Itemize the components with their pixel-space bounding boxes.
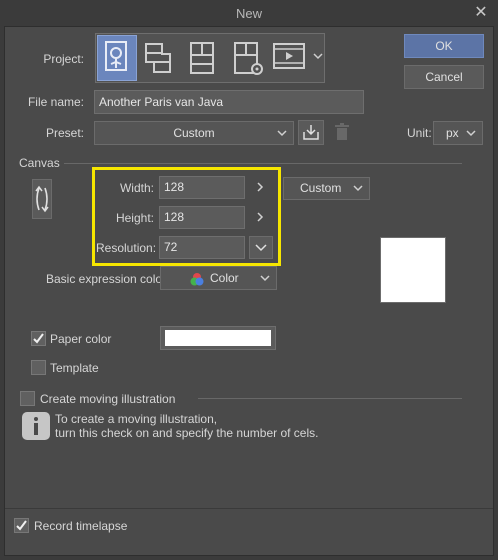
width-input[interactable]: 128	[159, 176, 245, 199]
moving-illustration-label: Create moving illustration	[40, 392, 176, 406]
size-preset-dropdown[interactable]: Custom	[283, 177, 370, 200]
file-name-label: File name:	[27, 95, 84, 109]
chevron-down-icon	[353, 185, 363, 192]
expression-color-label: Basic expression color:	[46, 272, 170, 286]
close-icon[interactable]: ✕	[472, 4, 490, 22]
preset-value: Custom	[173, 126, 215, 140]
unit-label: Unit:	[407, 126, 432, 140]
height-input[interactable]: 128	[159, 206, 245, 229]
resolution-label: Resolution:	[96, 241, 157, 255]
preset-label: Preset:	[45, 126, 84, 140]
paper-color-swatch[interactable]	[160, 326, 276, 350]
chevron-down-icon	[466, 130, 476, 137]
chevron-right-icon[interactable]	[255, 211, 265, 223]
width-label: Width:	[119, 181, 154, 195]
swap-arrows-icon	[35, 185, 49, 213]
comic-icon[interactable]	[188, 40, 216, 76]
chevron-down-icon[interactable]	[313, 52, 323, 60]
checkmark-icon	[16, 520, 27, 531]
moving-divider	[198, 398, 462, 399]
height-label: Height:	[115, 211, 154, 225]
moving-illustration-checkbox[interactable]	[20, 391, 35, 406]
resolution-input[interactable]: 72	[159, 236, 245, 259]
timelapse-label: Record timelapse	[34, 519, 128, 533]
template-label: Template	[50, 361, 99, 375]
ok-button[interactable]: OK	[404, 34, 484, 58]
paper-color-label: Paper color	[50, 332, 112, 346]
register-preset-icon	[303, 125, 319, 140]
expression-color-value: Color	[210, 271, 239, 285]
project-label: Project:	[43, 52, 84, 66]
animation-icon[interactable]	[272, 42, 306, 72]
chevron-right-icon[interactable]	[255, 181, 265, 193]
save-preset-button[interactable]	[298, 120, 324, 145]
info-text-line1: To create a moving illustration,	[55, 412, 218, 426]
window-title: New	[235, 6, 262, 21]
chevron-down-icon	[260, 275, 270, 282]
canvas-divider	[64, 163, 462, 164]
resolution-dropdown-button[interactable]	[249, 236, 273, 259]
file-name-input[interactable]: Another Paris van Java	[94, 90, 364, 114]
preset-dropdown[interactable]: Custom	[94, 121, 294, 145]
template-checkbox[interactable]	[31, 360, 46, 375]
cancel-button[interactable]: Cancel	[404, 65, 484, 89]
paper-color-checkbox[interactable]	[31, 331, 46, 346]
unit-value: px	[446, 126, 459, 140]
webtoon-icon[interactable]	[142, 40, 174, 76]
footer-divider	[5, 508, 493, 509]
swap-orientation-button[interactable]	[32, 179, 52, 219]
unit-dropdown[interactable]: px	[433, 121, 483, 145]
illustration-icon[interactable]	[103, 40, 131, 76]
info-text-line2: turn this check on and specify the numbe…	[55, 426, 319, 440]
expression-color-dropdown[interactable]: Color	[160, 266, 277, 290]
canvas-preview	[380, 237, 446, 303]
chevron-down-icon	[277, 130, 287, 137]
canvas-section-label: Canvas	[19, 156, 60, 170]
chevron-down-icon	[255, 244, 267, 252]
info-icon	[22, 412, 50, 440]
color-circles-icon	[190, 273, 204, 286]
comic-settings-icon[interactable]	[232, 40, 266, 78]
size-preset-value: Custom	[300, 181, 342, 195]
checkmark-icon	[33, 333, 44, 344]
timelapse-checkbox[interactable]	[14, 518, 29, 533]
paper-color-fill	[165, 330, 271, 346]
delete-preset-icon[interactable]	[333, 122, 351, 142]
